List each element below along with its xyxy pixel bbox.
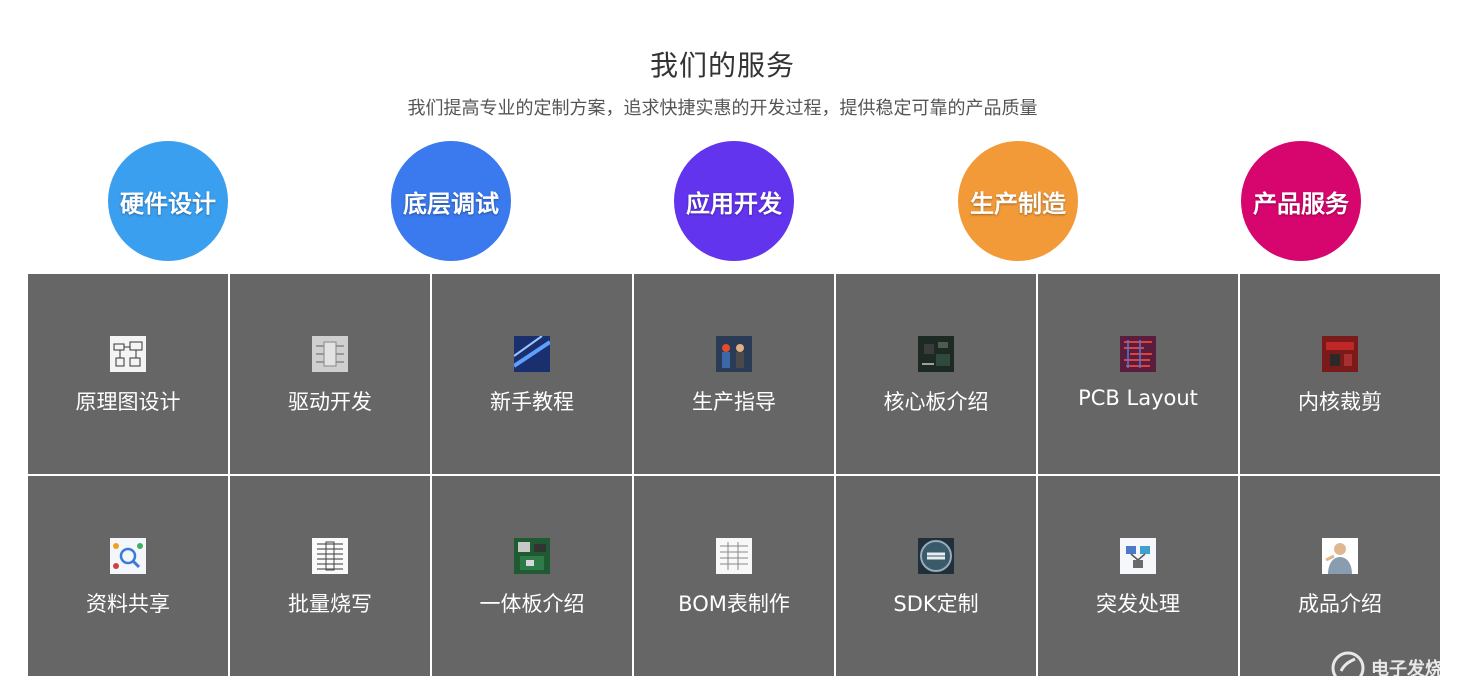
sdk-thumb-icon — [918, 538, 954, 574]
service-tile-sdk[interactable]: SDK定制 — [836, 476, 1036, 676]
category-app-development[interactable]: 应用开发 — [674, 141, 794, 261]
service-tile-emergency[interactable]: 突发处理 — [1038, 476, 1238, 676]
section-subtitle: 我们提高专业的定制方案，追求快捷实惠的开发过程，提供稳定可靠的产品质量 — [407, 98, 1038, 119]
core-board-thumb-icon — [918, 336, 954, 372]
service-label: 资料共享 — [86, 592, 170, 616]
services-page: 我们的服务 我们提高专业的定制方案，追求快捷实惠的开发过程，提供稳定可靠的产品质… — [0, 0, 1461, 692]
service-tile-driver[interactable]: 驱动开发 — [230, 274, 430, 474]
category-manufacturing[interactable]: 生产制造 — [958, 141, 1078, 261]
service-label: 生产指导 — [692, 390, 776, 414]
watermark: 电子发烧友 — [1311, 648, 1461, 688]
service-tile-core-board[interactable]: 核心板介绍 — [836, 274, 1036, 474]
kernel-thumb-icon — [1322, 336, 1358, 372]
service-label: 一体板介绍 — [479, 592, 585, 616]
service-label: 原理图设计 — [75, 390, 181, 414]
service-label: 驱动开发 — [288, 390, 372, 414]
service-label: 核心板介绍 — [883, 390, 989, 414]
service-label: PCB Layout — [1078, 386, 1198, 410]
bom-thumb-icon — [716, 538, 752, 574]
service-label: 成品介绍 — [1298, 592, 1382, 616]
service-tile-product[interactable]: 成品介绍 — [1240, 476, 1440, 676]
service-label: 突发处理 — [1096, 592, 1180, 616]
service-tile-pcb-layout[interactable]: PCB Layout — [1038, 274, 1238, 474]
category-hardware-design[interactable]: 硬件设计 — [108, 141, 228, 261]
service-category-row: 硬件设计 底层调试 应用开发 生产制造 产品服务 — [0, 141, 1461, 263]
driver-thumb-icon — [312, 336, 348, 372]
production-thumb-icon — [716, 336, 752, 372]
service-tile-bom[interactable]: BOM表制作 — [634, 476, 834, 676]
watermark-text: 电子发烧友 — [1371, 659, 1461, 680]
service-label: BOM表制作 — [678, 592, 790, 616]
all-in-one-board-thumb-icon — [514, 538, 550, 574]
service-tile-schematic[interactable]: 原理图设计 — [28, 274, 228, 474]
category-low-level-debug[interactable]: 底层调试 — [391, 141, 511, 261]
tutorial-thumb-icon — [514, 336, 550, 372]
watermark-logo-icon — [1331, 651, 1365, 685]
service-tile-tutorial[interactable]: 新手教程 — [432, 274, 632, 474]
service-label: 批量烧写 — [288, 592, 372, 616]
service-tile-batch-flash[interactable]: 批量烧写 — [230, 476, 430, 676]
service-tile-production[interactable]: 生产指导 — [634, 274, 834, 474]
service-grid: 原理图设计 驱动开发 新手教程 生产指导 核心板介绍 PCB Layout 内核… — [28, 274, 1442, 692]
share-thumb-icon — [110, 538, 146, 574]
emergency-thumb-icon — [1120, 538, 1156, 574]
service-tile-all-in-one-board[interactable]: 一体板介绍 — [432, 476, 632, 676]
service-tile-share[interactable]: 资料共享 — [28, 476, 228, 676]
service-tile-kernel[interactable]: 内核裁剪 — [1240, 274, 1440, 474]
section-title: 我们的服务 — [649, 49, 795, 82]
schematic-thumb-icon — [110, 336, 146, 372]
category-product-service[interactable]: 产品服务 — [1241, 141, 1361, 261]
product-thumb-icon — [1322, 538, 1358, 574]
flash-thumb-icon — [312, 538, 348, 574]
pcb-thumb-icon — [1120, 336, 1156, 372]
service-label: 新手教程 — [490, 390, 574, 414]
service-label: 内核裁剪 — [1298, 390, 1382, 414]
service-label: SDK定制 — [893, 592, 979, 616]
